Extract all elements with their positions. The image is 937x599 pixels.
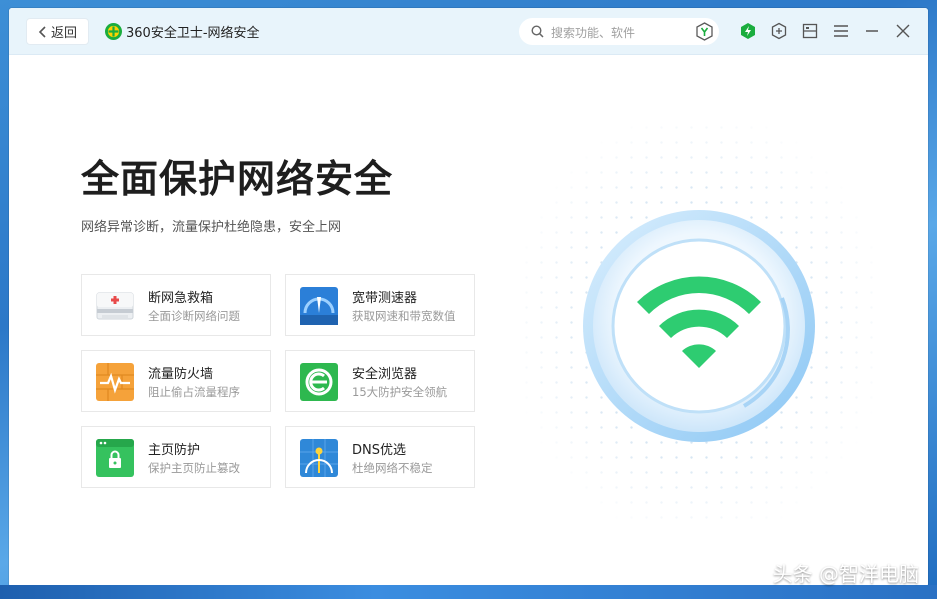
search-input[interactable] bbox=[549, 22, 683, 43]
y-shield-icon[interactable] bbox=[695, 22, 714, 41]
browser-icon bbox=[300, 363, 338, 401]
search-icon bbox=[531, 25, 544, 38]
first-aid-kit-icon bbox=[96, 292, 134, 320]
tool-card-secure-browser[interactable]: 安全浏览器 15大防护安全领航 bbox=[285, 350, 475, 412]
speedometer-icon bbox=[300, 287, 338, 325]
tool-card-firewall[interactable]: 流量防火墙 阻止偷占流量程序 bbox=[81, 350, 271, 412]
back-label: 返回 bbox=[50, 26, 77, 41]
tool-card-speed-test[interactable]: 宽带测速器 获取网速和带宽数值 bbox=[285, 274, 475, 336]
tool-desc: 获取网速和带宽数值 bbox=[352, 309, 456, 323]
tool-name: 断网急救箱 bbox=[148, 291, 214, 306]
page-subtitle: 网络异常诊断，流量保护杜绝隐患，安全上网 bbox=[81, 220, 342, 235]
tool-desc: 杜绝网络不稳定 bbox=[352, 461, 433, 475]
shield-add-icon[interactable] bbox=[770, 22, 788, 40]
desktop-background bbox=[0, 585, 937, 599]
chevron-left-icon bbox=[38, 25, 46, 38]
tool-name: 安全浏览器 bbox=[352, 367, 418, 382]
watermark: 头条 @智洋电脑 bbox=[772, 562, 919, 586]
close-icon[interactable] bbox=[894, 22, 912, 40]
firewall-icon bbox=[96, 363, 134, 401]
tool-card-dns-optimize[interactable]: DNS优选 杜绝网络不稳定 bbox=[285, 426, 475, 488]
title-bar: 返回 360安全卫士-网络安全 bbox=[9, 8, 928, 55]
homepage-lock-icon bbox=[96, 439, 134, 477]
360-logo-icon bbox=[105, 23, 122, 40]
tool-card-network-first-aid[interactable]: 断网急救箱 全面诊断网络问题 bbox=[81, 274, 271, 336]
tool-desc: 保护主页防止篡改 bbox=[148, 461, 240, 475]
wifi-shield-illustration bbox=[583, 210, 815, 442]
tool-name: DNS优选 bbox=[352, 443, 406, 458]
tool-desc: 阻止偷占流量程序 bbox=[148, 385, 240, 399]
back-button[interactable]: 返回 bbox=[26, 18, 89, 45]
app-window: 返回 360安全卫士-网络安全 搜索功能、软件 全面保护网络安全 网络异常诊断，… bbox=[9, 8, 928, 587]
speed-boost-icon[interactable] bbox=[739, 22, 757, 40]
tool-name: 流量防火墙 bbox=[148, 367, 214, 382]
minimize-icon[interactable] bbox=[863, 22, 881, 40]
tool-card-homepage-protect[interactable]: 主页防护 保护主页防止篡改 bbox=[81, 426, 271, 488]
search-box[interactable] bbox=[519, 18, 719, 45]
tool-name: 宽带测速器 bbox=[352, 291, 418, 306]
tool-name: 主页防护 bbox=[148, 443, 201, 458]
tool-desc: 全面诊断网络问题 bbox=[148, 309, 240, 323]
dns-globe-icon bbox=[300, 439, 338, 477]
page-title: 全面保护网络安全 bbox=[81, 157, 394, 201]
app-title: 360安全卫士-网络安全 bbox=[126, 26, 260, 41]
menu-icon[interactable] bbox=[832, 22, 850, 40]
tool-desc: 15大防护安全领航 bbox=[352, 385, 448, 399]
skin-icon[interactable] bbox=[801, 22, 819, 40]
